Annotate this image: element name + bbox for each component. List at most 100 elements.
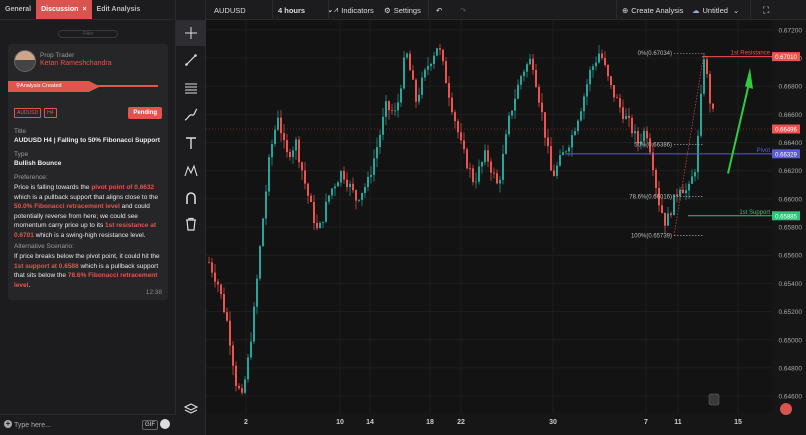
candle-body <box>265 191 267 219</box>
layers-icon[interactable] <box>176 396 206 422</box>
cloud-icon: ☁ <box>692 5 700 15</box>
candle-body <box>391 110 393 112</box>
y-tick-label: 0.66400 <box>779 140 803 147</box>
body-text: Price is falling towards the <box>14 184 92 191</box>
chat-input-bar: + GIF <box>0 414 176 435</box>
candle-body <box>523 71 525 77</box>
x-tick-label: 7 <box>644 419 648 426</box>
candle-body <box>628 115 630 118</box>
candle-body <box>631 117 633 134</box>
y-tick-label: 0.66200 <box>779 168 803 175</box>
candle-body <box>238 385 240 389</box>
y-tick-label: 0.65200 <box>779 309 803 316</box>
level-label: 1st Support <box>739 210 770 216</box>
tag-timeframe: H4 <box>44 108 57 118</box>
trendline-icon[interactable] <box>176 47 206 73</box>
symbol-search[interactable]: AUDUSD <box>214 0 246 20</box>
tab-edit-analysis[interactable]: Edit Analysis <box>92 0 146 19</box>
candle-body <box>319 222 321 229</box>
current-price-badge-label: 0.66496 <box>775 128 797 134</box>
filter-pill[interactable]: Filter <box>58 30 118 38</box>
candle-body <box>304 170 306 184</box>
candle-body <box>439 48 441 50</box>
candle-body <box>337 182 339 187</box>
tag-symbol: AUDUSD <box>14 108 42 118</box>
tab-discussion[interactable]: Discussion × <box>36 0 92 19</box>
settings-button[interactable]: ⚙ Settings <box>384 0 421 20</box>
indicators-button[interactable]: ⩘ Indicators <box>334 0 374 20</box>
candle-body <box>574 130 576 136</box>
highlight-text: 50.0% Fibonacci retracement level <box>14 203 120 210</box>
candle-body <box>331 188 333 196</box>
panel-tabs: General Discussion × Edit Analysis <box>0 0 175 20</box>
brush-icon[interactable] <box>176 102 206 128</box>
user-role: Prop Trader <box>40 52 75 59</box>
interval-select[interactable]: 4 hours ⌄ <box>278 0 333 20</box>
preference-label: Preference: <box>14 174 48 181</box>
candle-body <box>625 115 627 119</box>
candle-body <box>358 199 360 201</box>
candle-body <box>388 101 390 111</box>
pattern-icon[interactable] <box>176 158 206 184</box>
candle-body <box>313 201 315 223</box>
status-progress: ⚲Analysis Created <box>8 81 158 92</box>
tab-general[interactable]: General <box>0 0 36 19</box>
close-icon[interactable]: × <box>82 6 86 13</box>
candle-body <box>295 139 297 151</box>
candle-body <box>301 162 303 171</box>
y-tick-label: 0.64800 <box>779 365 803 372</box>
candle-body <box>283 133 285 141</box>
emoji-icon[interactable] <box>160 419 170 429</box>
x-tick-label: 10 <box>336 419 344 426</box>
alternative-text: If price breaks below the pivot point, i… <box>14 252 164 290</box>
candle-body <box>457 121 459 133</box>
trash-icon[interactable] <box>176 211 206 237</box>
candle-body <box>427 66 429 70</box>
gif-button[interactable]: GIF <box>142 420 158 430</box>
candle-body <box>274 129 276 145</box>
candle-body <box>520 76 522 85</box>
text-icon[interactable] <box>176 130 206 156</box>
candle-body <box>370 174 372 177</box>
x-tick-label: 18 <box>426 419 434 426</box>
fib-level-label: 78.6%(0.66016) <box>629 195 672 201</box>
candle-body <box>487 150 489 162</box>
candle-body <box>532 58 534 71</box>
body-text: . <box>28 281 31 289</box>
candle-body <box>289 152 291 158</box>
user-name[interactable]: Ketan Rameshchandra <box>40 60 112 67</box>
type-value: Bullish Bounce <box>14 160 62 167</box>
candle-body <box>511 110 513 116</box>
candle-body <box>364 186 366 193</box>
candle-body <box>592 66 594 70</box>
magnet-icon[interactable] <box>176 185 206 211</box>
candle-body <box>436 48 438 56</box>
y-tick-label: 0.66000 <box>779 196 803 203</box>
candle-body <box>226 312 228 321</box>
add-icon[interactable]: + <box>4 420 12 428</box>
pending-badge[interactable]: Pending <box>128 107 162 119</box>
undo-button[interactable]: ↶ <box>436 0 442 20</box>
price-chart[interactable]: 0.672000.670000.668000.666000.664000.662… <box>206 20 806 435</box>
price-badge-label: 0.67010 <box>775 55 797 61</box>
candle-body <box>583 96 585 112</box>
candle-body <box>352 183 354 191</box>
candle-body <box>667 213 669 226</box>
redo-button[interactable]: ↷ <box>460 0 466 20</box>
chart-canvas[interactable]: 0.672000.670000.668000.666000.664000.662… <box>206 20 806 435</box>
fullscreen-button[interactable]: ⛶ <box>763 0 769 20</box>
x-tick-label: 30 <box>549 419 557 426</box>
title-value: AUDUSD H4 | Falling to 50% Fibonacci Sup… <box>14 137 160 144</box>
create-analysis-button[interactable]: ⊕ Create Analysis <box>622 0 683 20</box>
candle-body <box>586 84 588 97</box>
candle-body <box>646 130 648 139</box>
candle-body <box>580 111 582 121</box>
candle-body <box>499 179 501 184</box>
candle-body <box>292 150 294 158</box>
crosshair-icon[interactable] <box>176 20 206 46</box>
y-tick-label: 0.65600 <box>779 253 803 260</box>
candle-body <box>412 70 414 80</box>
chat-input[interactable] <box>14 419 134 431</box>
layout-select[interactable]: ☁ Untitled ⌄ <box>692 0 739 20</box>
fib-lines-icon[interactable] <box>176 75 206 101</box>
